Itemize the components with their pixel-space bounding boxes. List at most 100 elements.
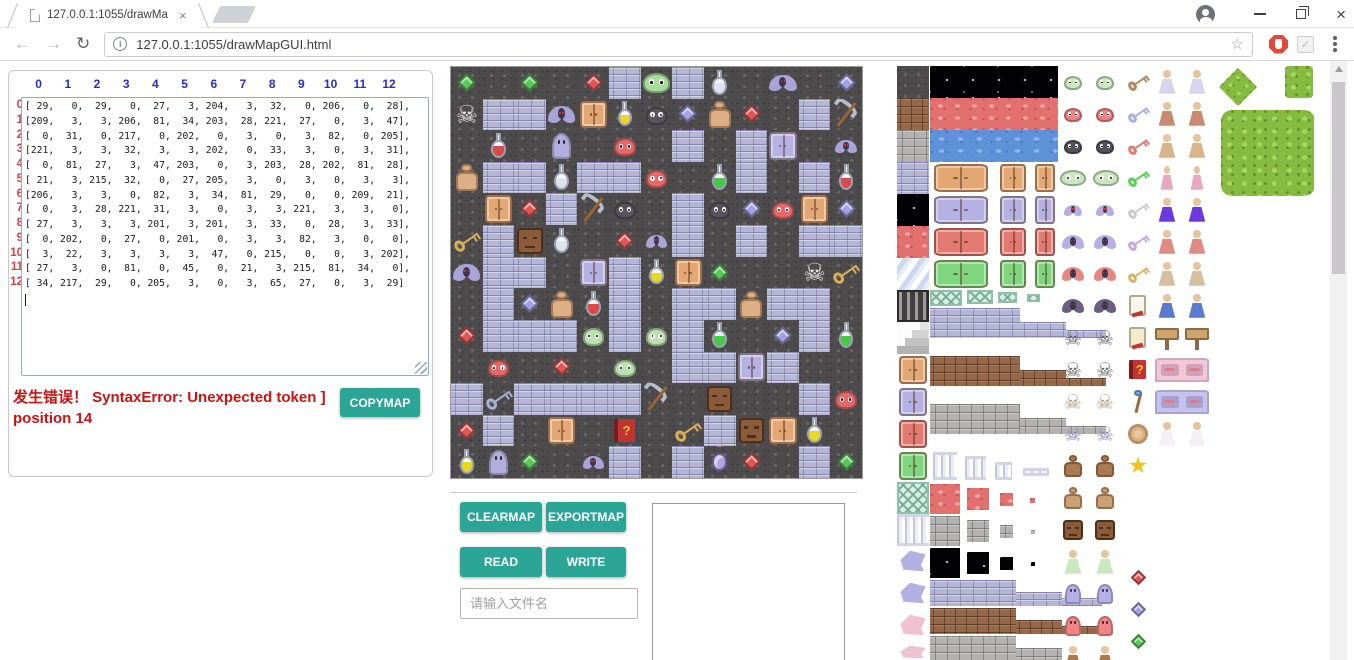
map-tile[interactable]	[830, 446, 862, 478]
map-tile[interactable]	[830, 257, 862, 289]
tileset-bat[interactable]	[1060, 229, 1086, 255]
map-tile[interactable]	[514, 446, 546, 478]
tileset-coin[interactable]	[1125, 421, 1151, 447]
map-tile[interactable]	[514, 352, 546, 384]
tileset-star[interactable]: ★	[1125, 453, 1151, 479]
map-tile[interactable]	[451, 193, 483, 225]
map-tile[interactable]	[799, 130, 831, 162]
map-tile[interactable]	[577, 415, 609, 447]
map-tile[interactable]	[767, 352, 799, 384]
matrix-textarea[interactable]	[21, 97, 429, 376]
exportmap-button[interactable]: EXPORTMAP	[546, 502, 626, 532]
map-tile[interactable]	[799, 225, 831, 257]
tileset-face[interactable]	[1060, 517, 1086, 543]
tileset-human[interactable]	[1184, 197, 1210, 223]
tileset-human[interactable]	[1092, 549, 1118, 575]
bookmark-star-icon[interactable]: ☆	[1231, 35, 1244, 53]
map-tile[interactable]	[546, 320, 578, 352]
profile-icon[interactable]	[1196, 5, 1215, 24]
map-tile[interactable]	[704, 193, 736, 225]
tileset-human[interactable]	[1154, 133, 1180, 159]
map-tile[interactable]	[767, 288, 799, 320]
clearmap-button[interactable]: CLEARMAP	[460, 502, 542, 532]
map-tile[interactable]	[736, 67, 768, 99]
tileset-starfield[interactable]	[1031, 562, 1035, 566]
tileset-lattice[interactable]	[1027, 294, 1040, 302]
tileset-scroll[interactable]	[1125, 293, 1151, 319]
tileset-graystone[interactable]	[930, 404, 1020, 434]
tileset-lattice[interactable]	[930, 290, 962, 306]
tileset-graystone[interactable]	[967, 520, 989, 542]
map-tile[interactable]	[577, 130, 609, 162]
map-tile[interactable]	[641, 162, 673, 194]
map-tile[interactable]	[736, 415, 768, 447]
map-tile[interactable]	[704, 225, 736, 257]
window-close-button[interactable]: ×	[1336, 6, 1346, 23]
map-tile[interactable]	[830, 225, 862, 257]
tileset-pillars[interactable]	[965, 456, 986, 480]
tileset-human[interactable]	[1092, 645, 1118, 660]
map-tile[interactable]	[514, 257, 546, 289]
tileset-human[interactable]	[1157, 165, 1177, 191]
map-tile[interactable]	[451, 67, 483, 99]
browser-menu-icon[interactable]	[1326, 36, 1344, 52]
map-tile[interactable]	[546, 446, 578, 478]
map-tile[interactable]	[736, 99, 768, 131]
tileset-darkstone[interactable]	[897, 66, 929, 98]
map-tile[interactable]	[830, 320, 862, 352]
tileset-door[interactable]	[897, 418, 929, 450]
tileset-graystone[interactable]	[1000, 525, 1013, 538]
map-tile[interactable]	[641, 67, 673, 99]
map-tile[interactable]: ☠	[799, 257, 831, 289]
tileset-scroll[interactable]	[1125, 325, 1151, 351]
map-tile[interactable]	[609, 130, 641, 162]
page-scrollbar[interactable]	[1330, 61, 1347, 660]
tileset-bat[interactable]	[1092, 229, 1118, 255]
map-tile[interactable]	[609, 162, 641, 194]
tileset-staff[interactable]	[1125, 389, 1151, 415]
tileset-key[interactable]	[1125, 197, 1151, 223]
map-tile[interactable]	[672, 415, 704, 447]
tileset-human[interactable]	[1184, 69, 1210, 95]
map-tile[interactable]	[799, 193, 831, 225]
tileset-human[interactable]	[1184, 229, 1210, 255]
map-tile[interactable]	[514, 193, 546, 225]
address-bar[interactable]: i 127.0.0.1:1055/drawMapGUI.html ☆	[104, 32, 1253, 57]
tileset-skull[interactable]: ☠	[1060, 421, 1086, 447]
textarea-resize-grip[interactable]	[415, 362, 427, 374]
map-tile[interactable]	[451, 130, 483, 162]
map-tile[interactable]	[830, 130, 862, 162]
write-button[interactable]: WRITE	[546, 547, 626, 577]
map-tile[interactable]	[641, 225, 673, 257]
tileset-starfield[interactable]	[1000, 557, 1013, 570]
check-extension-icon[interactable]: ✓	[1297, 36, 1314, 53]
map-tile[interactable]	[451, 352, 483, 384]
map-tile[interactable]	[451, 225, 483, 257]
filename-input[interactable]	[460, 588, 638, 619]
map-tile[interactable]	[736, 257, 768, 289]
tileset-human[interactable]	[1184, 261, 1210, 287]
tileset-key[interactable]	[1125, 165, 1151, 191]
output-box[interactable]	[652, 503, 845, 660]
tileset-sign[interactable]	[1154, 325, 1180, 351]
map-tile[interactable]	[577, 99, 609, 131]
map-tile[interactable]	[672, 446, 704, 478]
tileset-wallface[interactable]	[1154, 389, 1210, 415]
map-tile[interactable]: ☠	[451, 99, 483, 131]
tileset-lava[interactable]	[1030, 498, 1035, 503]
tileset-graystone[interactable]	[930, 516, 960, 546]
map-tile[interactable]	[483, 415, 515, 447]
map-tile[interactable]	[767, 130, 799, 162]
map-tile[interactable]	[514, 99, 546, 131]
tileset-door[interactable]	[998, 162, 1028, 194]
tileset-batS[interactable]	[1060, 197, 1086, 223]
map-tile[interactable]	[704, 383, 736, 415]
map-tile[interactable]	[830, 67, 862, 99]
map-tile[interactable]	[672, 162, 704, 194]
tileset-tree[interactable]	[1285, 66, 1313, 98]
tileset-bat[interactable]	[1092, 261, 1118, 287]
map-tile[interactable]	[609, 99, 641, 131]
tileset-human[interactable]	[1154, 421, 1180, 447]
tileset-pillars[interactable]	[1023, 468, 1049, 476]
tileset-skull[interactable]: ☠	[1092, 389, 1118, 415]
